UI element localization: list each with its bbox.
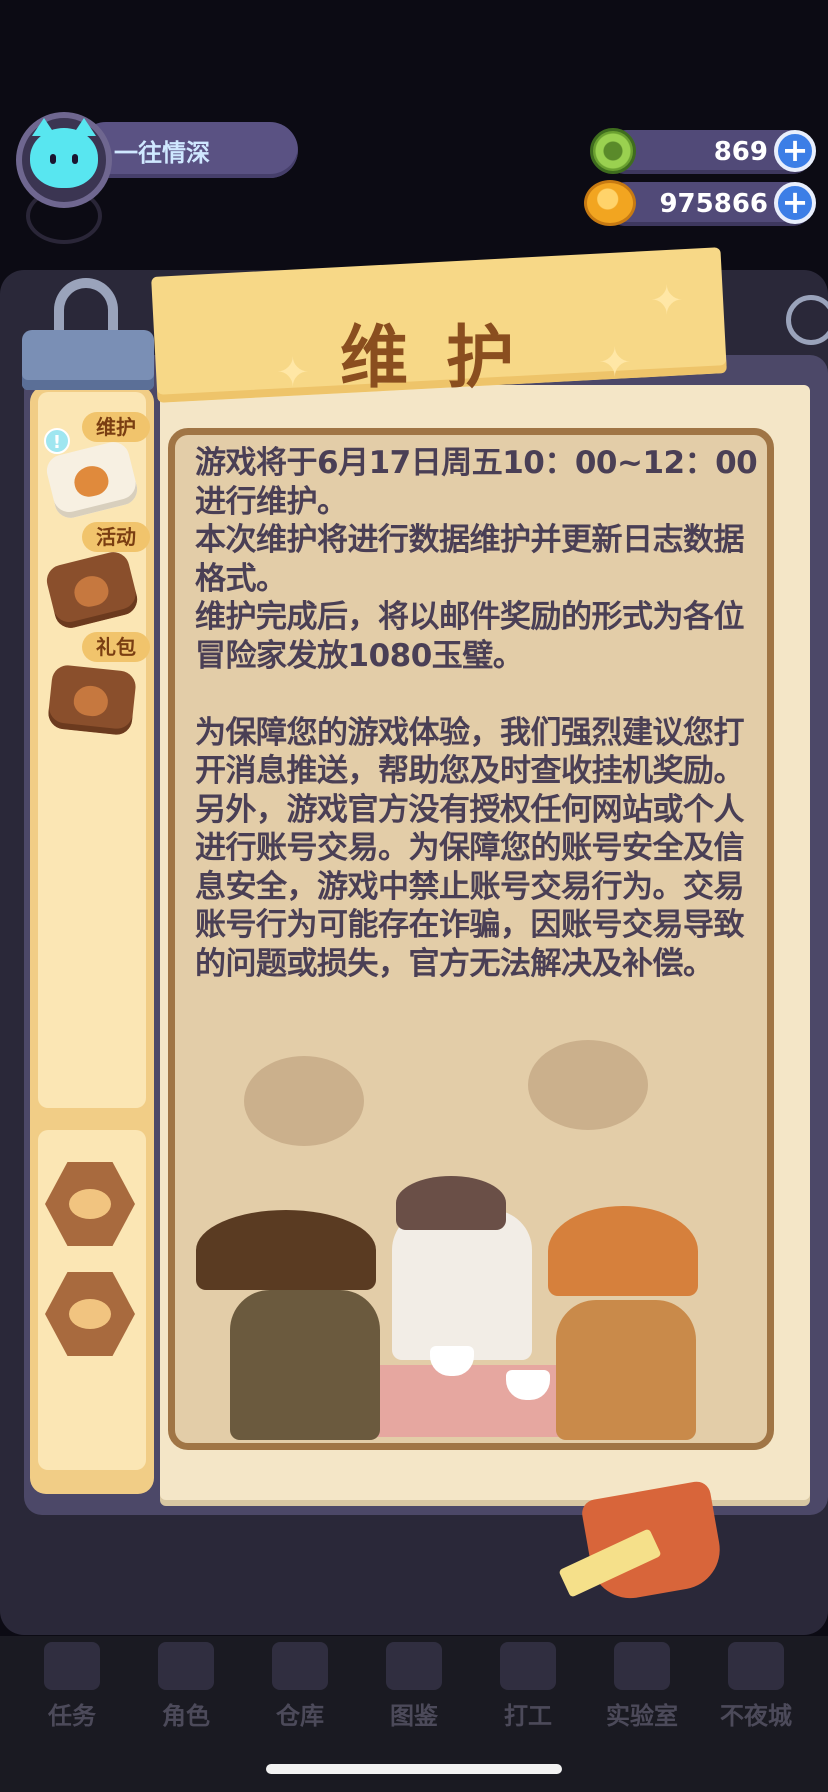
beret-icon — [396, 1176, 506, 1230]
character-white-hair — [392, 1210, 532, 1360]
star-decoration-icon: ✦ — [276, 350, 310, 396]
tab-event-label: 活动 — [82, 522, 150, 552]
nav-night-city[interactable]: 不夜城 — [710, 1642, 802, 1731]
work-icon — [500, 1642, 556, 1690]
cat-avatar-icon — [30, 118, 98, 188]
task-icon — [44, 1642, 100, 1690]
paw-card-icon — [43, 548, 141, 632]
alert-icon: ! — [44, 428, 70, 454]
nav-work[interactable]: 打工 — [482, 1642, 574, 1731]
laboratory-icon — [614, 1642, 670, 1690]
notice-title: 维护 — [340, 319, 553, 398]
paw-icon — [71, 572, 112, 610]
weibo-icon — [69, 1299, 111, 1329]
gem-count: 869 — [713, 137, 768, 167]
warehouse-icon — [272, 1642, 328, 1690]
deerstalker-hat-icon — [548, 1206, 698, 1296]
notice-body: 游戏将于6月17日周五10：00~12：00进行维护。 本次维护将进行数据维护并… — [195, 445, 758, 982]
player-name: 一往情深 — [114, 139, 210, 167]
nav-laboratory[interactable]: 实验室 — [596, 1642, 688, 1731]
bowler-hat-icon — [196, 1210, 376, 1290]
chat-bubble-icon — [69, 1189, 111, 1219]
character-icon — [158, 1642, 214, 1690]
nav-character[interactable]: 角色 — [140, 1642, 232, 1731]
night-city-icon — [728, 1642, 784, 1690]
binder-clip-icon — [22, 330, 154, 390]
speech-bubble-icon — [528, 1040, 648, 1130]
paw-icon — [72, 684, 110, 718]
paw-card-icon — [46, 663, 138, 737]
speech-bubble-icon — [244, 1056, 364, 1146]
coin-count: 975866 — [659, 189, 768, 219]
character-detective-orange — [556, 1300, 696, 1440]
nav-codex[interactable]: 图鉴 — [368, 1642, 460, 1731]
tab-gift-pack-label: 礼包 — [82, 632, 150, 662]
tab-gift-pack[interactable]: 礼包 — [44, 632, 150, 742]
tab-maintenance-label: 维护 — [82, 412, 150, 442]
add-gem-button[interactable]: + — [774, 130, 816, 172]
star-decoration-icon: ✦ — [650, 278, 684, 324]
star-decoration-icon: ✦ — [598, 340, 632, 386]
add-coin-button[interactable]: + — [774, 182, 816, 224]
character-detective-brown — [230, 1290, 380, 1440]
nav-task[interactable]: 任务 — [26, 1642, 118, 1731]
scissors-icon — [786, 295, 828, 345]
home-indicator[interactable] — [266, 1764, 562, 1774]
nav-warehouse[interactable]: 仓库 — [254, 1642, 346, 1731]
paw-icon — [71, 462, 112, 500]
tab-event[interactable]: 活动 — [43, 522, 150, 632]
codex-icon — [386, 1642, 442, 1690]
